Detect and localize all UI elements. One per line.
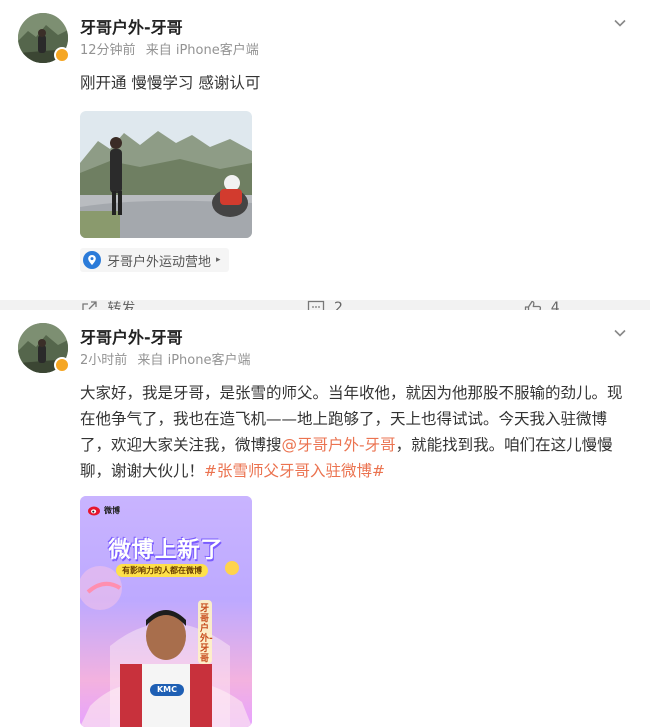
poster-tagline: 有影响力的人都在微博 (116, 564, 208, 577)
avatar[interactable] (18, 13, 70, 65)
location-label: 牙哥户外运动营地 (107, 254, 212, 270)
post-card: 牙哥户外-牙哥 12分钟前 来自 iPhone客户端 刚开通 慢慢学习 感谢认可 (0, 0, 650, 317)
post-text: 刚开通 慢慢学习 感谢认可 (80, 74, 261, 92)
post-image[interactable]: 微博 微博上新了 有影响力的人都在微博 牙哥户外-牙哥 KMC (80, 496, 252, 727)
post-text: 大家好，我是牙哥，是张雪的师父。当年收他，就因为他那股不服输的劲儿。现在他争气了… (80, 380, 634, 484)
post-source: iPhone客户端 (167, 353, 251, 368)
post-image[interactable] (80, 111, 252, 238)
from-prefix: 来自 (137, 353, 164, 368)
location-pin-icon (83, 251, 101, 269)
post-card: 牙哥户外-牙哥 2小时前 来自 iPhone客户端 大家好，我是牙哥，是张雪的师… (0, 310, 650, 727)
location-tag[interactable]: 牙哥户外运动营地 ▸ (80, 248, 229, 272)
mention-link[interactable]: @牙哥户外-牙哥 (282, 436, 396, 454)
avatar[interactable] (18, 323, 70, 375)
jersey-logo: KMC (156, 685, 178, 694)
chevron-down-icon[interactable] (612, 325, 628, 341)
weibo-logo-text: 微博 (104, 505, 120, 515)
post-source: iPhone客户端 (175, 43, 259, 58)
post-time[interactable]: 12分钟前 (80, 43, 136, 58)
topic-link[interactable]: #张雪师父牙哥入驻微博# (204, 462, 385, 480)
post-meta: 2小时前 来自 iPhone客户端 (80, 352, 634, 370)
weibo-logo: 微博 (88, 504, 120, 516)
poster-name-vertical: 牙哥户外-牙哥 (200, 604, 213, 664)
author-name[interactable]: 牙哥户外-牙哥 (80, 0, 634, 38)
weibo-icon (88, 506, 100, 516)
author-name[interactable]: 牙哥户外-牙哥 (80, 310, 634, 348)
verified-icon (54, 47, 70, 63)
post-meta: 12分钟前 来自 iPhone客户端 (80, 42, 634, 60)
poster-headline: 微博上新了 (108, 538, 224, 563)
post-time[interactable]: 2小时前 (80, 353, 127, 368)
verified-icon (54, 357, 70, 373)
caret-right-icon: ▸ (216, 255, 221, 265)
feed: 牙哥户外-牙哥 12分钟前 来自 iPhone客户端 刚开通 慢慢学习 感谢认可 (0, 0, 650, 727)
from-prefix: 来自 (145, 43, 172, 58)
chevron-down-icon[interactable] (612, 15, 628, 31)
